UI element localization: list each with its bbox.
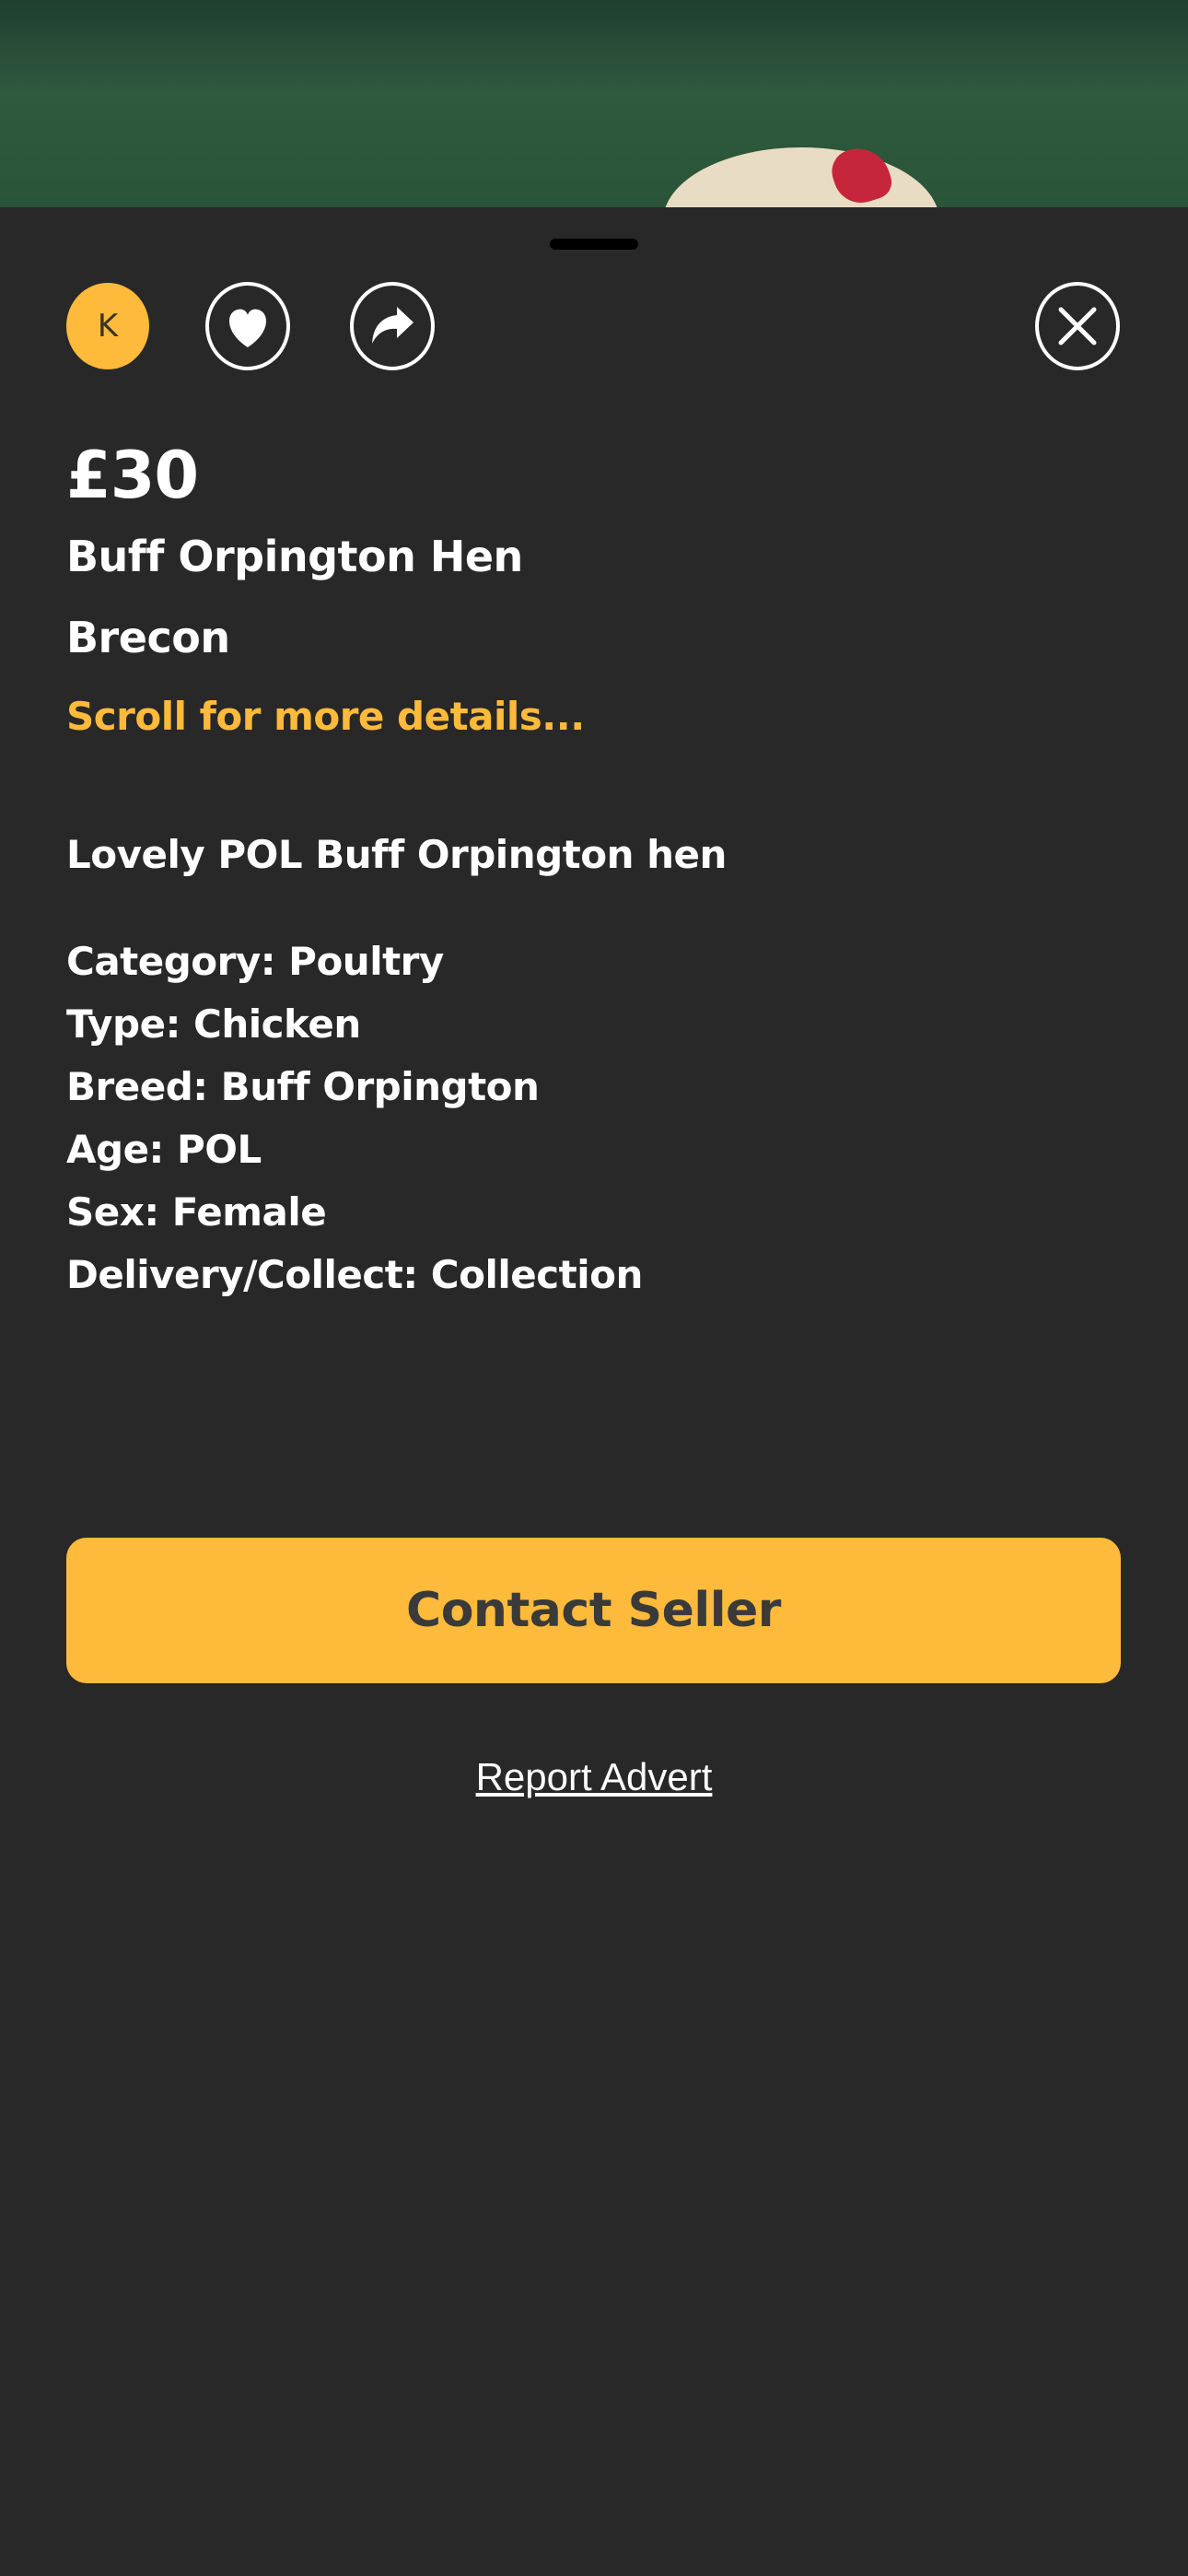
listing-description: Lovely POL Buff Orpington hen xyxy=(66,832,727,877)
close-button[interactable] xyxy=(1034,281,1121,371)
listing-location: Brecon xyxy=(66,613,230,662)
close-icon xyxy=(1035,282,1120,370)
heart-icon xyxy=(205,282,290,370)
detail-sex: Sex: Female xyxy=(66,1189,327,1235)
listing-title: Buff Orpington Hen xyxy=(66,532,523,581)
contact-seller-button[interactable]: Contact Seller xyxy=(66,1538,1121,1683)
favourite-button[interactable] xyxy=(204,281,291,371)
detail-category: Category: Poultry xyxy=(66,939,444,984)
details-sheet: K £30 Buff Orpington Hen Brecon Scroll f… xyxy=(0,207,1188,2576)
listing-details: Category: Poultry Type: Chicken Breed: B… xyxy=(66,931,643,1306)
avatar-initial: K xyxy=(97,308,119,345)
detail-delivery: Delivery/Collect: Collection xyxy=(66,1252,643,1297)
share-button[interactable] xyxy=(349,281,436,371)
report-advert-link[interactable]: Report Advert xyxy=(0,1755,1188,1799)
listing-photo xyxy=(0,0,1188,207)
share-arrow-icon xyxy=(350,282,435,370)
seller-avatar[interactable]: K xyxy=(66,283,149,369)
detail-age: Age: POL xyxy=(66,1127,262,1172)
hen-image xyxy=(663,147,939,207)
drag-handle[interactable] xyxy=(550,239,638,250)
scroll-hint: Scroll for more details... xyxy=(66,694,585,739)
detail-breed: Breed: Buff Orpington xyxy=(66,1064,540,1109)
detail-type: Type: Chicken xyxy=(66,1001,361,1047)
listing-price: £30 xyxy=(66,438,199,513)
